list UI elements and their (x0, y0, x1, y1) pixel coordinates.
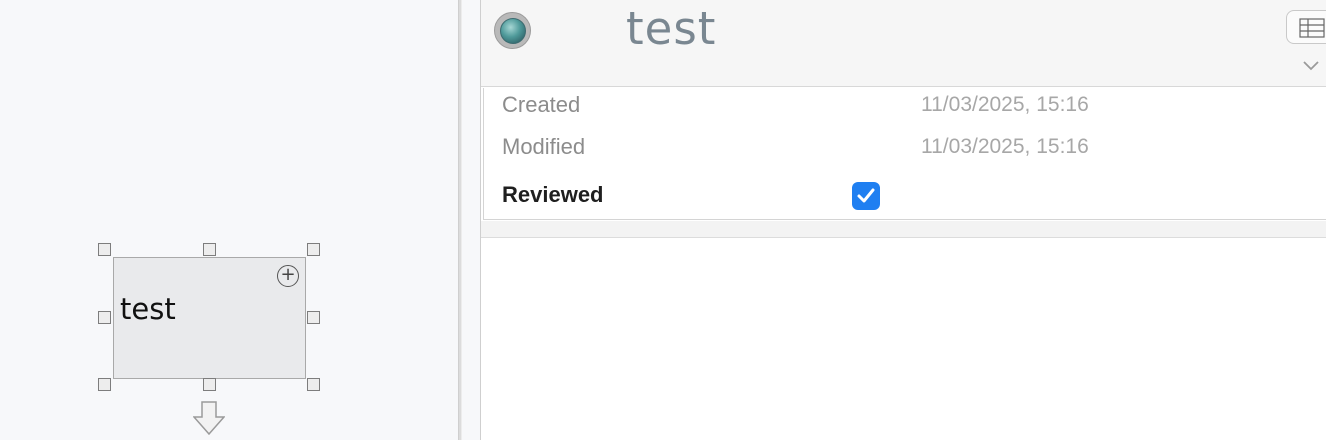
resize-handle-top-left[interactable] (98, 243, 111, 256)
modified-value: 11/03/2025, 15:16 (921, 135, 1089, 158)
created-value: 11/03/2025, 15:16 (921, 93, 1089, 116)
properties-section: Created 11/03/2025, 15:16 Modified 11/03… (483, 88, 1326, 220)
reviewed-checkbox[interactable] (852, 182, 880, 210)
selected-node[interactable]: test + (113, 257, 306, 379)
inspector-panel: test Created 11/03/2025, 15:16 Modified … (480, 0, 1326, 440)
resize-handle-bottom[interactable] (203, 378, 216, 391)
view-toggle-button[interactable] (1286, 10, 1326, 44)
resize-handle-top-right[interactable] (307, 243, 320, 256)
page-title[interactable]: test (626, 2, 716, 55)
resize-handle-bottom-left[interactable] (98, 378, 111, 391)
resize-handle-left[interactable] (98, 311, 111, 324)
diagram-canvas[interactable]: test + (0, 0, 458, 440)
notes-area[interactable] (481, 239, 1326, 440)
resize-handle-top[interactable] (203, 243, 216, 256)
modified-label: Modified (502, 134, 586, 159)
reviewed-label: Reviewed (502, 182, 604, 207)
status-indicator-icon[interactable] (494, 12, 531, 49)
resize-handle-bottom-right[interactable] (307, 378, 320, 391)
chevron-down-icon[interactable] (1301, 58, 1321, 72)
section-divider (481, 221, 1326, 238)
inspector-header: test (481, 0, 1326, 87)
table-grid-icon (1299, 18, 1325, 38)
node-label[interactable]: test (120, 292, 176, 326)
resize-handle-right[interactable] (307, 311, 320, 324)
status-indicator-inner (500, 18, 526, 44)
down-arrow-icon[interactable] (193, 401, 225, 435)
plus-circle-icon[interactable]: + (277, 265, 299, 287)
created-label: Created (502, 92, 581, 117)
checkmark-icon (857, 188, 875, 203)
panel-splitter[interactable] (458, 0, 462, 440)
